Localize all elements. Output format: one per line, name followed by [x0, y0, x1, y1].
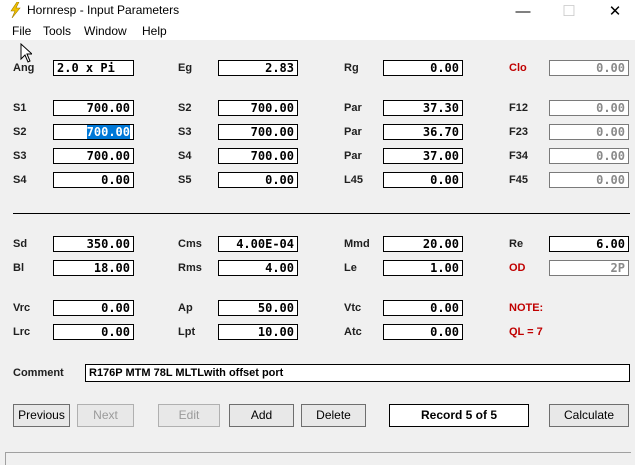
- field-f34[interactable]: 0.00: [549, 148, 629, 164]
- delete-button[interactable]: Delete: [301, 404, 366, 427]
- comment-field[interactable]: R176P MTM 78L MLTLwith offset port: [85, 364, 630, 382]
- label-s4: S4: [178, 150, 192, 162]
- label-s1: S1: [13, 102, 27, 114]
- field-s2-selected[interactable]: 700.00: [53, 124, 134, 140]
- field-s1[interactable]: 700.00: [53, 100, 134, 116]
- field-f23[interactable]: 0.00: [549, 124, 629, 140]
- field-eg[interactable]: 2.83: [218, 60, 298, 76]
- label-lrc: Lrc: [13, 326, 31, 338]
- label-ang: Ang: [13, 62, 35, 74]
- field-lrc[interactable]: 0.00: [53, 324, 134, 340]
- field-par-1[interactable]: 37.30: [383, 100, 463, 116]
- note-label: NOTE:: [509, 302, 544, 314]
- field-bl[interactable]: 18.00: [53, 260, 134, 276]
- window-title: Hornresp - Input Parameters: [27, 3, 180, 17]
- label-par: Par: [344, 126, 362, 138]
- label-rms: Rms: [178, 262, 202, 274]
- menu-tools[interactable]: Tools: [43, 24, 71, 38]
- label-ap: Ap: [178, 302, 193, 314]
- previous-button[interactable]: Previous: [13, 404, 70, 427]
- mouse-cursor-icon: [20, 43, 32, 63]
- label-f45: F45: [509, 174, 528, 186]
- label-eg: Eg: [178, 62, 193, 74]
- selected-text: 700.00: [86, 125, 130, 139]
- menu-file[interactable]: File: [12, 24, 31, 38]
- field-s4[interactable]: 0.00: [53, 172, 134, 188]
- close-button[interactable]: ✕: [592, 0, 635, 22]
- record-indicator: Record 5 of 5: [389, 404, 529, 427]
- label-s4: S4: [13, 174, 27, 186]
- add-button[interactable]: Add: [229, 404, 294, 427]
- label-par: Par: [344, 150, 362, 162]
- field-vrc[interactable]: 0.00: [53, 300, 134, 316]
- label-s3: S3: [13, 150, 27, 162]
- status-bar: [5, 452, 631, 465]
- label-sd: Sd: [13, 238, 28, 250]
- field-od[interactable]: 2P: [549, 260, 629, 276]
- label-od: OD: [509, 262, 526, 274]
- label-s3: S3: [178, 126, 192, 138]
- field-rms[interactable]: 4.00: [218, 260, 298, 276]
- label-s5: S5: [178, 174, 192, 186]
- field-mmd[interactable]: 20.00: [383, 236, 463, 252]
- label-f12: F12: [509, 102, 528, 114]
- label-f23: F23: [509, 126, 528, 138]
- label-vtc: Vtc: [344, 302, 362, 314]
- field-l45[interactable]: 0.00: [383, 172, 463, 188]
- lightning-bolt-icon: [10, 2, 21, 18]
- label-s2: S2: [13, 126, 27, 138]
- field-ap[interactable]: 50.00: [218, 300, 298, 316]
- field-lpt[interactable]: 10.00: [218, 324, 298, 340]
- field-f45[interactable]: 0.00: [549, 172, 629, 188]
- label-s2: S2: [178, 102, 192, 114]
- calculate-button[interactable]: Calculate: [549, 404, 629, 427]
- label-bl: Bl: [13, 262, 24, 274]
- label-clo: Clo: [509, 62, 527, 74]
- maximize-button[interactable]: ☐: [546, 0, 592, 22]
- field-ang[interactable]: 2.0 x Pi: [53, 60, 134, 76]
- ql-note: QL = 7: [509, 326, 543, 338]
- label-vrc: Vrc: [13, 302, 31, 314]
- field-f12[interactable]: 0.00: [549, 100, 629, 116]
- menu-bar: File Tools Window Help: [0, 22, 635, 40]
- field-s4[interactable]: 700.00: [218, 148, 298, 164]
- menu-help[interactable]: Help: [142, 24, 167, 38]
- comment-label: Comment: [13, 367, 64, 379]
- label-re: Re: [509, 238, 524, 250]
- field-par-3[interactable]: 37.00: [383, 148, 463, 164]
- field-le[interactable]: 1.00: [383, 260, 463, 276]
- next-button[interactable]: Next: [77, 404, 134, 427]
- field-rg[interactable]: 0.00: [383, 60, 463, 76]
- minimize-button[interactable]: —: [500, 0, 546, 22]
- field-vtc[interactable]: 0.00: [383, 300, 463, 316]
- separator-line: [13, 213, 630, 214]
- field-sd[interactable]: 350.00: [53, 236, 134, 252]
- edit-button[interactable]: Edit: [158, 404, 220, 427]
- label-par: Par: [344, 102, 362, 114]
- label-lpt: Lpt: [178, 326, 196, 338]
- label-l45: L45: [344, 174, 363, 186]
- field-cms[interactable]: 4.00E-04: [218, 236, 298, 252]
- label-f34: F34: [509, 150, 528, 162]
- field-atc[interactable]: 0.00: [383, 324, 463, 340]
- label-le: Le: [344, 262, 357, 274]
- field-s3[interactable]: 700.00: [218, 124, 298, 140]
- field-s3[interactable]: 700.00: [53, 148, 134, 164]
- field-clo[interactable]: 0.00: [549, 60, 629, 76]
- field-par-2[interactable]: 36.70: [383, 124, 463, 140]
- label-mmd: Mmd: [344, 238, 370, 250]
- field-re[interactable]: 6.00: [549, 236, 629, 252]
- title-bar: Hornresp - Input Parameters — ☐ ✕: [0, 0, 635, 22]
- label-rg: Rg: [344, 62, 359, 74]
- label-cms: Cms: [178, 238, 202, 250]
- menu-window[interactable]: Window: [84, 24, 127, 38]
- label-atc: Atc: [344, 326, 362, 338]
- field-s5[interactable]: 0.00: [218, 172, 298, 188]
- field-s2[interactable]: 700.00: [218, 100, 298, 116]
